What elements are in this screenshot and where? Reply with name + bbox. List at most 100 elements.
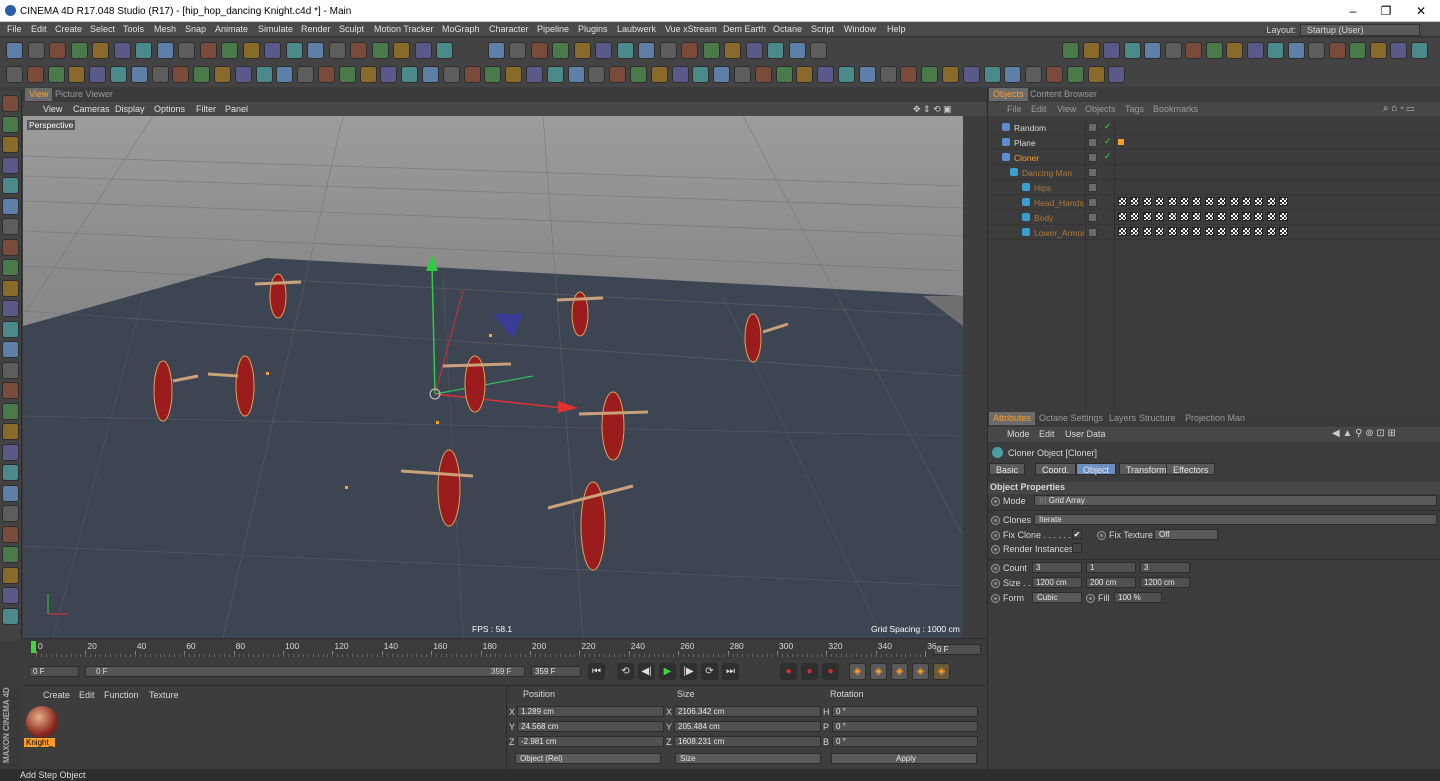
material-tag-icon[interactable] — [1118, 227, 1127, 236]
object-name[interactable]: Dancing Man — [1022, 168, 1072, 178]
material-tag-icon[interactable] — [1155, 197, 1165, 206]
key-mode-icon[interactable]: ◈ — [933, 663, 950, 680]
attr-menu-user-data[interactable]: User Data — [1065, 429, 1106, 439]
toolbar-tool-icon[interactable] — [393, 42, 410, 59]
material-tag-icon[interactable] — [1229, 197, 1239, 206]
key-mode-icon[interactable]: ◈ — [912, 663, 929, 680]
toolbar-tool-icon[interactable] — [178, 42, 195, 59]
toolbar-mode-icon[interactable] — [172, 66, 190, 83]
count-y-field[interactable]: 1 — [1086, 562, 1136, 573]
key-mode-icon[interactable]: ◈ — [849, 663, 866, 680]
vp-menu-display[interactable]: Display — [115, 104, 145, 114]
material-tag-icon[interactable] — [1242, 212, 1251, 221]
left-tool-icon[interactable] — [2, 505, 19, 522]
toolbar-tool-icon[interactable] — [371, 42, 389, 59]
plugin-tool-icon[interactable] — [1205, 42, 1223, 59]
menu-sculpt[interactable]: Sculpt — [339, 24, 364, 34]
mat-menu-create[interactable]: Create — [43, 690, 70, 700]
toolbar-mode-icon[interactable] — [609, 66, 627, 83]
position-field[interactable]: 24.568 cm — [517, 721, 664, 732]
tab-structure[interactable]: Structure — [1135, 412, 1180, 425]
plugin-tool-icon[interactable] — [1246, 42, 1264, 59]
transport-button-icon[interactable]: ▶ — [659, 663, 676, 680]
plugin-tool-icon[interactable] — [1308, 42, 1325, 59]
material-tag-icon[interactable] — [1155, 212, 1165, 221]
plugin-tool-icon[interactable] — [1349, 42, 1366, 59]
material-tag-icon[interactable] — [1204, 197, 1214, 206]
viewport-nav-icons[interactable]: ✥ ⇕ ⟲ ▣ — [913, 104, 952, 115]
material-tag-icon[interactable] — [1130, 197, 1140, 206]
material-tag-icon[interactable] — [1192, 227, 1202, 236]
toolbar-mode-icon[interactable] — [463, 66, 481, 83]
menu-dem-earth[interactable]: Dem Earth — [723, 24, 766, 34]
left-tool-icon[interactable] — [2, 361, 19, 379]
toolbar-mode-icon[interactable] — [1025, 66, 1043, 83]
object-name[interactable]: Head_Hands — [1034, 198, 1084, 208]
plugin-tool-icon[interactable] — [1164, 42, 1182, 59]
menu-render[interactable]: Render — [301, 24, 331, 34]
material-tag-icon[interactable] — [1167, 212, 1177, 221]
transport-button-icon[interactable]: ⟲ — [617, 663, 634, 680]
toolbar-tool-icon[interactable] — [350, 42, 367, 59]
toolbar-mode-icon[interactable] — [879, 66, 897, 83]
toolbar-tool-icon[interactable] — [509, 42, 526, 59]
vp-menu-panel[interactable]: Panel — [225, 104, 248, 114]
subtab-effectors[interactable]: Effectors — [1166, 463, 1216, 475]
toolbar-tool-icon[interactable] — [156, 42, 174, 59]
toolbar-tool-icon[interactable] — [92, 42, 109, 59]
menu-mograph[interactable]: MoGraph — [442, 24, 480, 34]
toolbar-mode-icon[interactable] — [526, 66, 543, 83]
material-tag-icon[interactable] — [1167, 227, 1177, 236]
toolbar-mode-icon[interactable] — [442, 66, 460, 83]
obj-menu-file[interactable]: File — [1007, 104, 1022, 114]
left-tool-icon[interactable] — [2, 238, 19, 256]
plugin-tool-icon[interactable] — [1267, 42, 1284, 59]
left-tool-icon[interactable] — [2, 300, 19, 317]
visibility-toggle[interactable] — [1088, 123, 1097, 132]
mode-dropdown[interactable]: ⁝⁝⁝ Grid Array — [1034, 495, 1437, 506]
material-tag-icon[interactable] — [1130, 212, 1140, 221]
fix-clone-radio[interactable] — [991, 531, 1000, 540]
left-tool-icon[interactable] — [2, 443, 19, 461]
toolbar-mode-icon[interactable] — [505, 66, 523, 83]
toolbar-mode-icon[interactable] — [214, 66, 231, 83]
object-row[interactable]: Dancing Man — [988, 165, 1440, 180]
left-tool-icon[interactable] — [2, 177, 19, 194]
material-tag-icon[interactable] — [1142, 212, 1152, 221]
object-row[interactable]: Plane ✓ — [988, 135, 1440, 150]
toolbar-mode-icon[interactable] — [68, 66, 86, 83]
size-field[interactable]: 1608.231 cm — [674, 736, 821, 747]
toolbar-mode-icon[interactable] — [921, 66, 939, 83]
left-tool-icon[interactable] — [2, 587, 19, 604]
left-tool-icon[interactable] — [2, 607, 19, 625]
toolbar-mode-icon[interactable] — [1108, 66, 1126, 83]
menu-pipeline[interactable]: Pipeline — [537, 24, 569, 34]
fill-radio[interactable] — [1086, 594, 1095, 603]
material-tag-icon[interactable] — [1254, 227, 1264, 236]
menu-vue-xstream[interactable]: Vue xStream — [665, 24, 717, 34]
object-name[interactable]: Body — [1034, 213, 1053, 223]
visibility-toggle[interactable] — [1088, 228, 1097, 237]
clones-dropdown[interactable]: Iterate — [1034, 514, 1437, 525]
toolbar-mode-icon[interactable] — [754, 66, 772, 83]
count-z-field[interactable]: 3 — [1140, 562, 1190, 573]
visibility-toggle[interactable] — [1088, 183, 1097, 192]
left-tool-icon[interactable] — [2, 484, 19, 502]
object-row[interactable]: Cloner ✓ — [988, 150, 1440, 165]
toolbar-tool-icon[interactable] — [724, 42, 741, 59]
fix-clone-checkbox[interactable]: ✔ — [1072, 529, 1082, 539]
record-key-icon[interactable]: ● — [801, 663, 818, 680]
toolbar-tool-icon[interactable] — [638, 42, 655, 59]
toolbar-tool-icon[interactable] — [595, 42, 612, 59]
visibility-toggle[interactable] — [1088, 153, 1097, 162]
object-row[interactable]: Random ✓ — [988, 120, 1440, 135]
material-tag-icon[interactable] — [1254, 197, 1264, 206]
left-tool-icon[interactable] — [2, 423, 19, 440]
object-row[interactable]: Hips — [988, 180, 1440, 195]
menu-edit[interactable]: Edit — [31, 24, 47, 34]
object-name[interactable]: Cloner — [1014, 153, 1039, 163]
count-radio[interactable] — [991, 564, 1000, 573]
search-icon[interactable]: ⌕ ⌂ ◦ ▭ — [1383, 103, 1414, 114]
toolbar-tool-icon[interactable] — [113, 42, 131, 59]
toolbar-tool-icon[interactable] — [681, 42, 698, 59]
